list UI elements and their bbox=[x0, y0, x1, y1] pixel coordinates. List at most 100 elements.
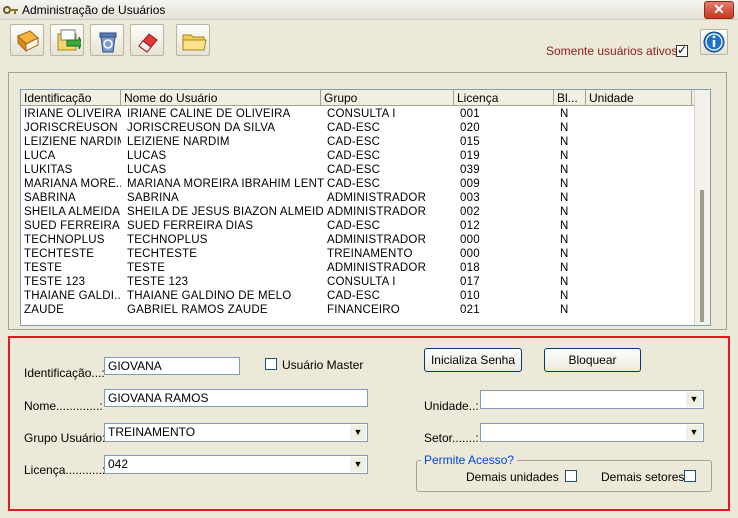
unidade-label: Unidade..: bbox=[424, 399, 479, 413]
cell-identificacao: MARIANA MORE... bbox=[24, 178, 121, 190]
bloquear-button[interactable]: Bloquear bbox=[544, 348, 641, 372]
close-button[interactable]: ✕ bbox=[704, 1, 734, 19]
identificacao-input[interactable]: GIOVANA bbox=[104, 357, 240, 375]
table-row[interactable]: SUED FERREIRA SUED FERREIRA DIAS CAD-ESC 01… bbox=[21, 219, 695, 233]
cell-licenca: 021 bbox=[460, 304, 480, 316]
cell-identificacao: LEIZIENE NARDIM bbox=[24, 136, 121, 148]
cell-bloqueado: N bbox=[560, 304, 569, 316]
chevron-down-icon[interactable]: ▼ bbox=[350, 457, 366, 472]
key-icon bbox=[3, 6, 18, 14]
book-button[interactable] bbox=[10, 24, 44, 56]
demais-unidades-checkbox[interactable] bbox=[565, 470, 577, 482]
table-row[interactable]: MARIANA MORE... MARIANA MOREIRA IBRAHIM L… bbox=[21, 177, 695, 191]
cell-identificacao: TECHNOPLUS bbox=[24, 234, 105, 246]
cell-unidade bbox=[592, 219, 692, 233]
table-row[interactable]: SHEILA ALMEIDA SHEILA DE JESUS BIAZON ALM… bbox=[21, 205, 695, 219]
table-row[interactable]: ZAUDE GABRIEL RAMOS ZAUDE FINANCEIRO 021 N bbox=[21, 303, 695, 317]
cell-unidade bbox=[592, 121, 692, 135]
cell-licenca: 012 bbox=[460, 220, 480, 232]
users-list-panel: Identificação Nome do Usuário Grupo Lice… bbox=[8, 72, 727, 330]
cell-identificacao: IRIANE OLIVEIRA bbox=[24, 108, 121, 120]
cell-grupo: CAD-ESC bbox=[327, 290, 381, 302]
cell-identificacao: TESTE bbox=[24, 262, 63, 274]
cell-unidade bbox=[592, 261, 692, 275]
table-row[interactable]: SABRINA SABRINA ADMINISTRADOR 003 N bbox=[21, 191, 695, 205]
cell-licenca: 039 bbox=[460, 164, 480, 176]
inicializa-senha-button[interactable]: Inicializa Senha bbox=[424, 348, 522, 372]
cell-unidade bbox=[592, 163, 692, 177]
cell-nome: SABRINA bbox=[127, 192, 179, 204]
cell-unidade bbox=[592, 275, 692, 289]
cell-identificacao: LUCA bbox=[24, 150, 56, 162]
usuario-master-checkbox[interactable] bbox=[265, 358, 277, 370]
col-identificacao[interactable]: Identificação bbox=[21, 90, 121, 106]
licenca-select[interactable]: 042 ▼ bbox=[104, 455, 368, 474]
table-row[interactable]: LEIZIENE NARDIM LEIZIENE NARDIM CAD-ESC 015… bbox=[21, 135, 695, 149]
cell-bloqueado: N bbox=[560, 220, 569, 232]
table-row[interactable]: TESTE TESTE ADMINISTRADOR 018 N bbox=[21, 261, 695, 275]
table-row[interactable]: IRIANE OLIVEIRA IRIANE CALINE DE OLIVEIRA… bbox=[21, 107, 695, 121]
table-row[interactable]: TECHNOPLUS TECHNOPLUS ADMINISTRADOR 000 N bbox=[21, 233, 695, 247]
grupo-usuario-select[interactable]: TREINAMENTO ▼ bbox=[104, 423, 368, 442]
info-button[interactable] bbox=[700, 29, 728, 55]
col-grupo[interactable]: Grupo bbox=[321, 90, 454, 106]
cell-identificacao: JORISCREUSON bbox=[24, 122, 118, 134]
cell-bloqueado: N bbox=[560, 276, 569, 288]
cell-nome: MARIANA MOREIRA IBRAHIM LENTI bbox=[127, 178, 324, 190]
table-header: Identificação Nome do Usuário Grupo Lice… bbox=[21, 90, 695, 106]
licenca-label: Licença...........: bbox=[24, 463, 106, 477]
demais-setores-checkbox[interactable] bbox=[684, 470, 696, 482]
cell-unidade bbox=[592, 289, 692, 303]
col-bloqueado[interactable]: Bl... bbox=[554, 90, 586, 106]
cell-bloqueado: N bbox=[560, 108, 569, 120]
users-table[interactable]: Identificação Nome do Usuário Grupo Lice… bbox=[20, 89, 711, 326]
active-users-checkbox[interactable]: ✓ bbox=[676, 43, 688, 57]
table-row[interactable]: TECHTESTE TECHTESTE TREINAMENTO 000 N bbox=[21, 247, 695, 261]
grupo-usuario-value: TREINAMENTO bbox=[108, 425, 196, 439]
table-row[interactable]: TESTE 123 TESTE 123 CONSULTA I 017 N bbox=[21, 275, 695, 289]
book-icon bbox=[17, 30, 39, 53]
cell-licenca: 015 bbox=[460, 136, 480, 148]
cell-licenca: 001 bbox=[460, 108, 480, 120]
scrollbar-thumb[interactable] bbox=[700, 190, 704, 322]
nome-input[interactable]: GIOVANA RAMOS bbox=[104, 389, 368, 407]
folder-icon bbox=[182, 34, 207, 51]
chevron-down-icon[interactable]: ▼ bbox=[350, 425, 366, 440]
cell-grupo: ADMINISTRADOR bbox=[327, 206, 427, 218]
cell-bloqueado: N bbox=[560, 122, 569, 134]
eraser-button[interactable] bbox=[130, 24, 164, 56]
chevron-down-icon[interactable]: ▼ bbox=[686, 425, 702, 440]
export-button[interactable] bbox=[50, 24, 84, 56]
cell-bloqueado: N bbox=[560, 248, 569, 260]
cell-identificacao: SHEILA ALMEIDA bbox=[24, 206, 121, 218]
setor-select[interactable]: ▼ bbox=[480, 423, 704, 442]
cell-unidade bbox=[592, 247, 692, 261]
cell-licenca: 017 bbox=[460, 276, 480, 288]
cell-grupo: CONSULTA I bbox=[327, 276, 396, 288]
cell-identificacao: LUKITAS bbox=[24, 164, 73, 176]
cell-nome: LUCAS bbox=[127, 150, 167, 162]
table-row[interactable]: JORISCREUSON JORISCREUSON DA SILVA CAD-ESC… bbox=[21, 121, 695, 135]
table-row[interactable]: LUCA LUCAS CAD-ESC 019 N bbox=[21, 149, 695, 163]
folder-button[interactable] bbox=[176, 24, 210, 56]
cell-grupo: ADMINISTRADOR bbox=[327, 262, 427, 274]
col-licenca[interactable]: Licença bbox=[454, 90, 554, 106]
cell-licenca: 020 bbox=[460, 122, 480, 134]
cell-licenca: 010 bbox=[460, 290, 480, 302]
cell-identificacao: ZAUDE bbox=[24, 304, 64, 316]
unidade-select[interactable]: ▼ bbox=[480, 390, 704, 409]
vertical-scrollbar[interactable] bbox=[694, 90, 710, 325]
cell-grupo: CONSULTA I bbox=[327, 108, 396, 120]
table-row[interactable]: LUKITAS LUCAS CAD-ESC 039 N bbox=[21, 163, 695, 177]
cell-identificacao: THAIANE GALDI... bbox=[24, 290, 121, 302]
permite-acesso-title: Permite Acesso? bbox=[421, 453, 518, 467]
chevron-down-icon[interactable]: ▼ bbox=[686, 392, 702, 407]
cell-unidade bbox=[592, 135, 692, 149]
cell-identificacao: TECHTESTE bbox=[24, 248, 95, 260]
table-row[interactable]: THAIANE GALDI... THAIANE GALDINO DE MELO C… bbox=[21, 289, 695, 303]
col-unidade[interactable]: Unidade bbox=[586, 90, 692, 106]
col-nome[interactable]: Nome do Usuário bbox=[121, 90, 321, 106]
cell-nome: GABRIEL RAMOS ZAUDE bbox=[127, 304, 268, 316]
recycle-bin-button[interactable] bbox=[90, 24, 124, 56]
cell-bloqueado: N bbox=[560, 150, 569, 162]
